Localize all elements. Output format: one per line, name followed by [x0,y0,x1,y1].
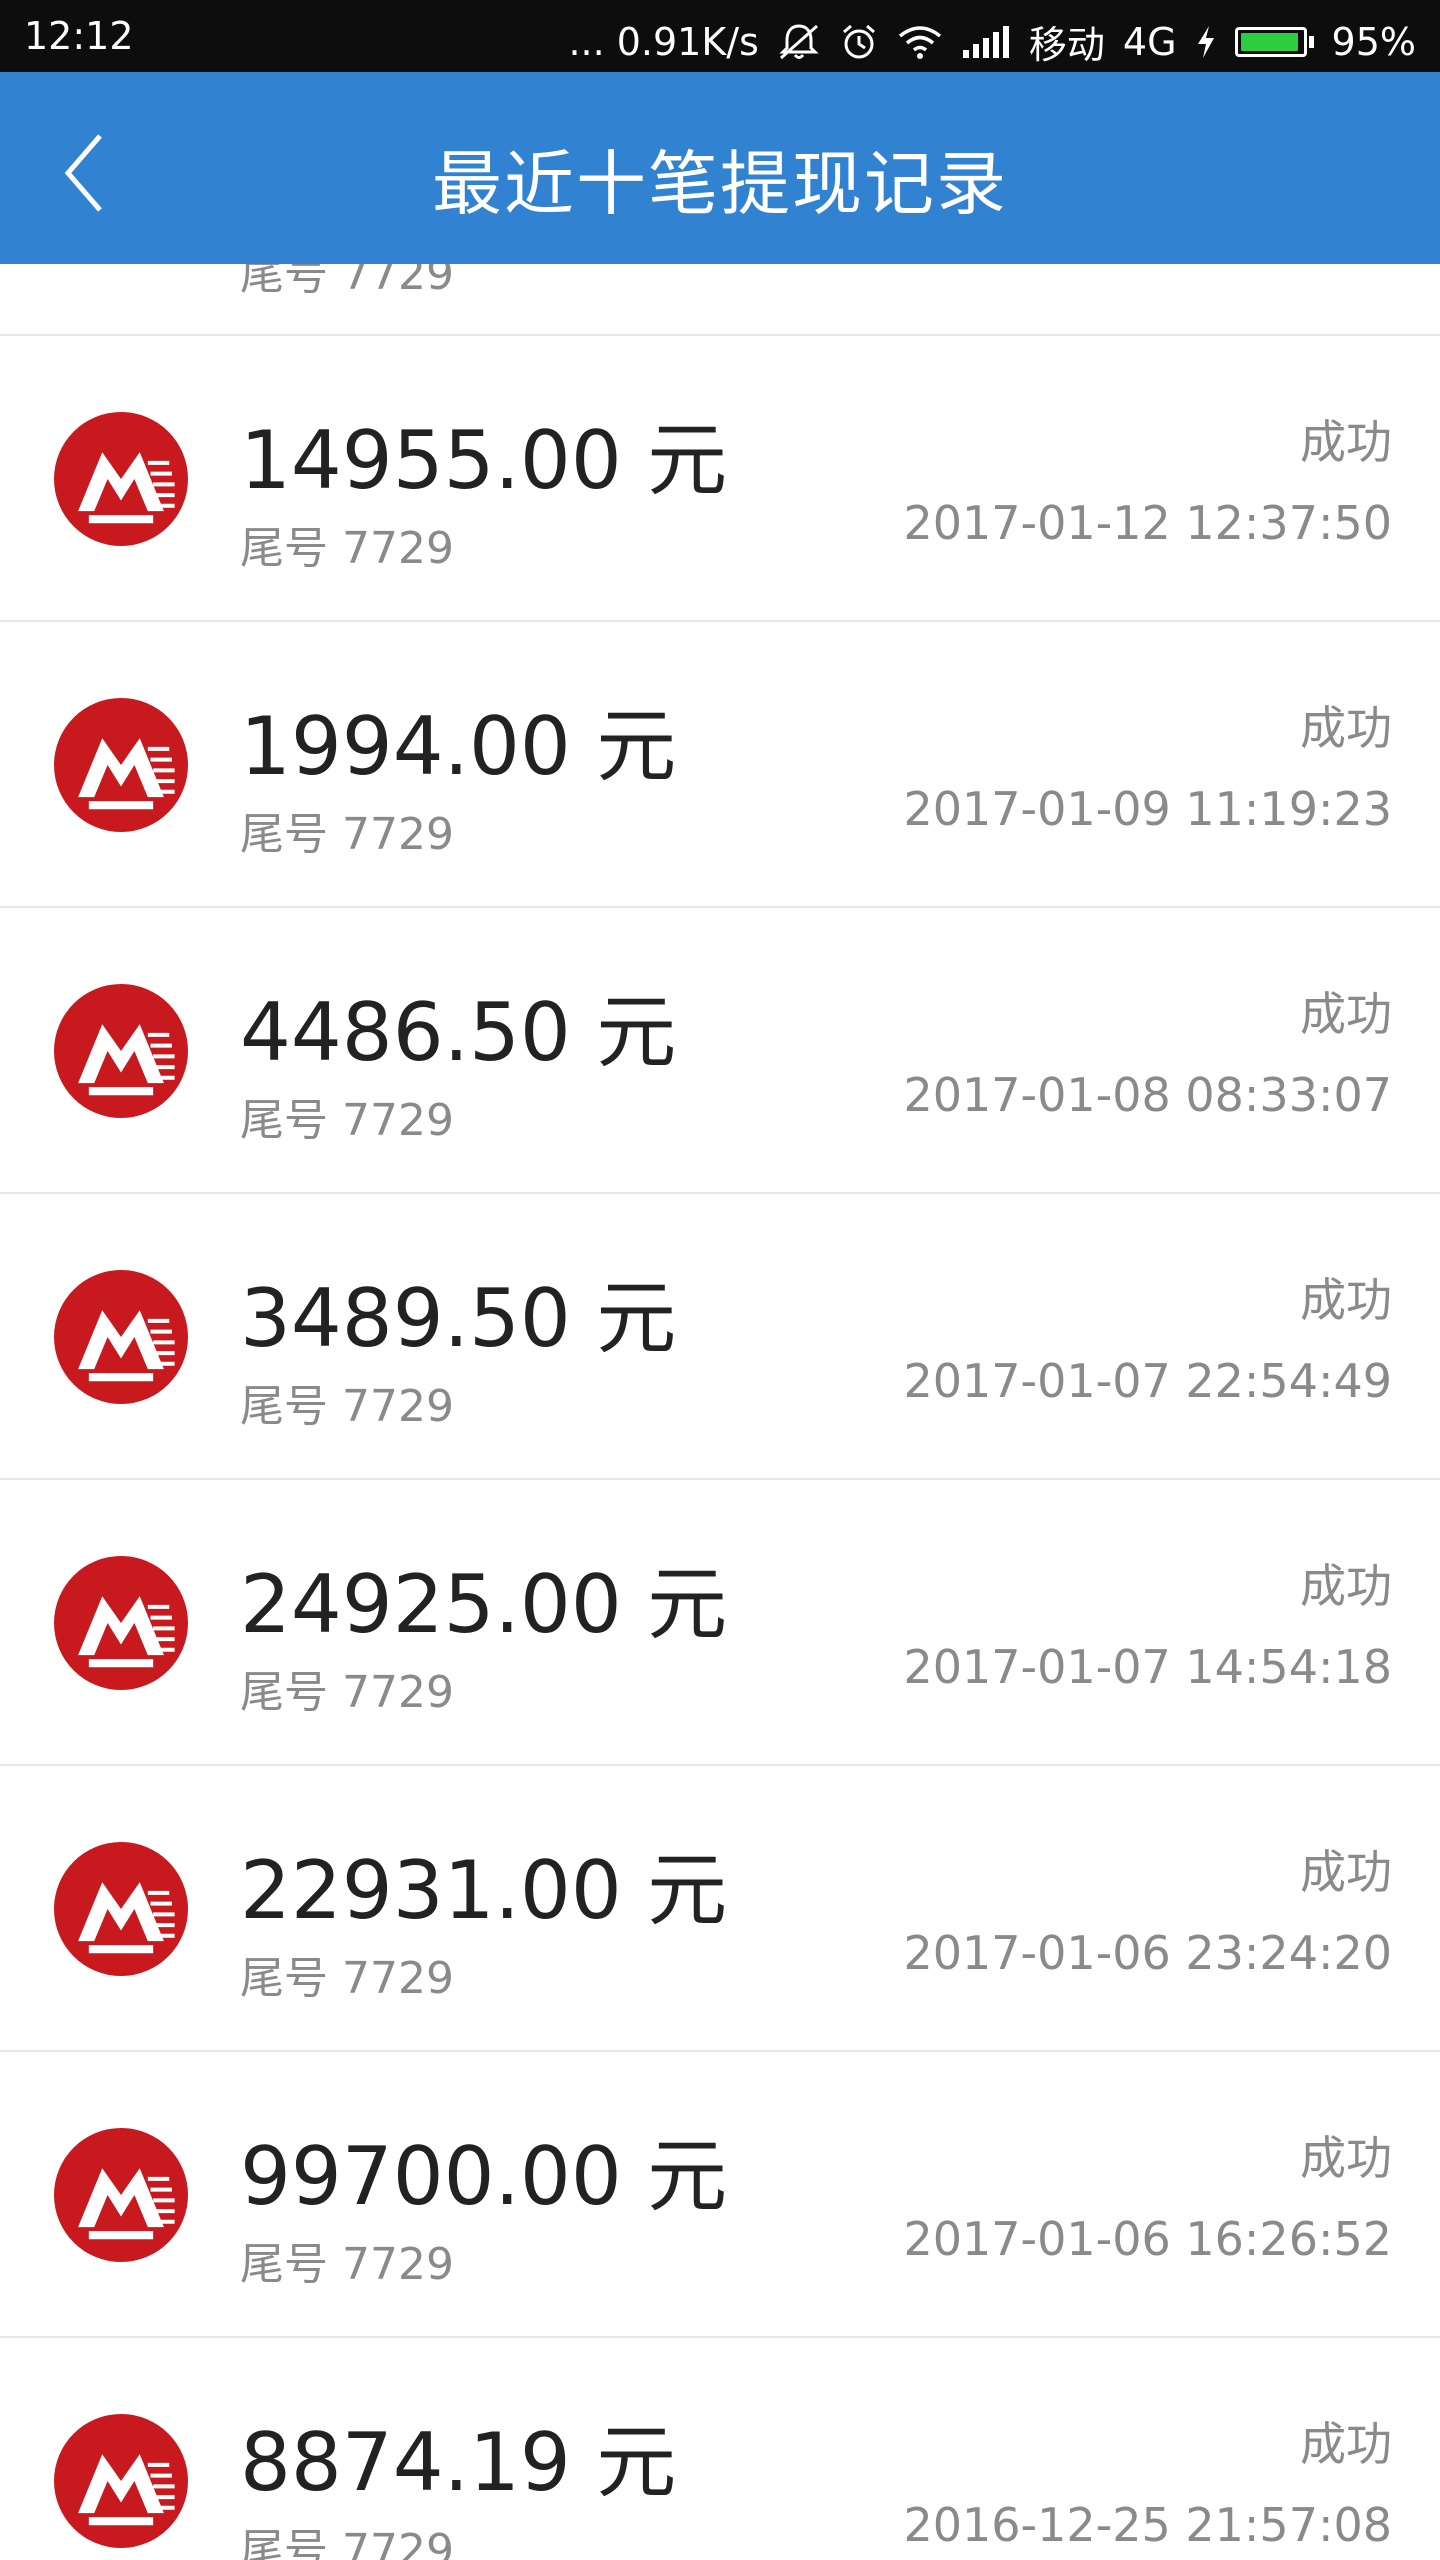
status-label: 成功 [1300,701,1392,755]
withdrawal-record[interactable]: 3489.50 元 尾号 7729 成功 2017-01-07 22:54:49 [0,1194,1440,1480]
withdrawal-list[interactable]: 尾号 7729 14955.00 元 尾号 7729 成功 2017-01-12… [0,264,1440,2560]
battery-icon [1234,26,1314,57]
withdrawal-record[interactable]: 22931.00 元 尾号 7729 成功 2017-01-06 23:24:2… [0,1766,1440,2052]
withdrawal-amount: 24925.00 元 [240,1558,728,1651]
withdrawal-record[interactable]: 8874.19 元 尾号 7729 成功 2016-12-25 21:57:08 [0,2338,1440,2560]
status-bar: 12:12 ... 0.91K/s 移动 4G 95% [0,0,1440,72]
bank-logo-icon [54,2128,188,2262]
withdrawal-amount: 14955.00 元 [240,414,728,507]
status-label: 成功 [1300,987,1392,1041]
withdrawal-amount: 1994.00 元 [240,700,677,793]
alarm-icon [839,22,879,62]
card-tail: 尾号 7729 [240,1953,454,2004]
withdrawal-amount: 3489.50 元 [240,1272,677,1365]
bank-logo-icon [54,698,188,832]
withdrawal-datetime: 2017-01-09 11:19:23 [903,782,1392,836]
status-label: 成功 [1300,2417,1392,2471]
carrier-label: 移动 [1028,23,1105,67]
withdrawal-datetime: 2017-01-07 14:54:18 [903,1640,1392,1694]
bank-logo-icon [54,412,188,546]
app-bar: 最近十笔提现记录 [0,72,1440,264]
status-label: 成功 [1300,1559,1392,1613]
charging-icon [1195,24,1217,60]
bank-logo-icon [54,2414,188,2548]
withdrawal-record[interactable]: 14955.00 元 尾号 7729 成功 2017-01-12 12:37:5… [0,336,1440,622]
withdrawal-datetime: 2017-01-06 16:26:52 [903,2212,1392,2266]
list-item-partial[interactable]: 尾号 7729 [0,264,1440,336]
bank-logo-icon [54,984,188,1118]
bank-logo-icon [54,1556,188,1690]
withdrawal-datetime: 2017-01-07 22:54:49 [903,1354,1392,1408]
card-tail: 尾号 7729 [240,2525,454,2560]
withdrawal-record[interactable]: 99700.00 元 尾号 7729 成功 2017-01-06 16:26:5… [0,2052,1440,2338]
wifi-icon [897,24,943,60]
withdrawal-datetime: 2016-12-25 21:57:08 [903,2498,1392,2552]
status-label: 成功 [1300,1273,1392,1327]
network-type: 4G [1122,19,1177,64]
withdrawal-record[interactable]: 1994.00 元 尾号 7729 成功 2017-01-09 11:19:23 [0,622,1440,908]
card-tail: 尾号 7729 [240,2239,454,2290]
card-tail: 尾号 7729 [240,1667,454,1718]
status-label: 成功 [1300,1845,1392,1899]
withdrawal-datetime: 2017-01-12 12:37:50 [903,496,1392,550]
mute-icon [777,22,821,62]
withdrawal-amount: 8874.19 元 [240,2416,677,2509]
status-label: 成功 [1300,2131,1392,2185]
withdrawal-datetime: 2017-01-06 23:24:20 [903,1926,1392,1980]
network-speed: ... 0.91K/s [568,19,759,64]
bank-logo-icon [54,1842,188,1976]
card-tail: 尾号 7729 [240,523,454,574]
signal-icon [961,24,1011,60]
page-title: 最近十笔提现记录 [432,143,1008,225]
card-tail: 尾号 7729 [240,809,454,860]
status-indicators: ... 0.91K/s 移动 4G 95% [568,14,1416,69]
card-tail: 尾号 7729 [240,1381,454,1432]
withdrawal-amount: 99700.00 元 [240,2130,728,2223]
withdrawal-datetime: 2017-01-08 08:33:07 [903,1068,1392,1122]
bank-logo-icon [54,1270,188,1404]
status-time: 12:12 [24,14,134,58]
withdrawal-amount: 22931.00 元 [240,1844,728,1937]
withdrawal-record[interactable]: 4486.50 元 尾号 7729 成功 2017-01-08 08:33:07 [0,908,1440,1194]
withdrawal-record[interactable]: 24925.00 元 尾号 7729 成功 2017-01-07 14:54:1… [0,1480,1440,1766]
card-tail: 尾号 7729 [240,1095,454,1146]
card-tail: 尾号 7729 [240,264,454,300]
status-label: 成功 [1300,415,1392,469]
battery-percent: 95% [1331,19,1416,64]
withdrawal-amount: 4486.50 元 [240,986,677,1079]
